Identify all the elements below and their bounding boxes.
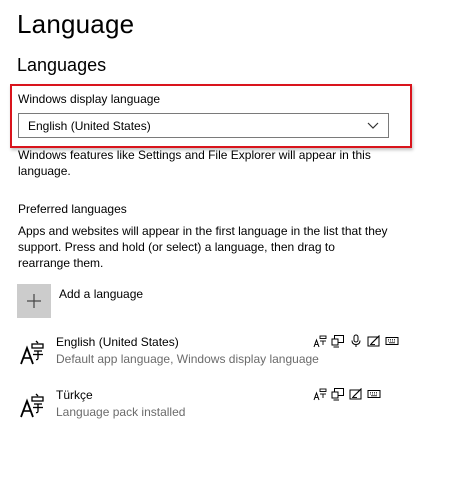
handwriting-icon (367, 335, 380, 347)
language-pack-icon (313, 335, 327, 348)
plus-icon (27, 294, 41, 308)
language-icon (20, 340, 44, 365)
handwriting-icon (349, 388, 362, 400)
feature-icons (313, 387, 381, 401)
display-language-dropdown[interactable]: English (United States) (18, 113, 389, 138)
language-name: English (United States) (56, 335, 179, 349)
display-language-label: Windows display language (18, 92, 161, 106)
speech-recognition-icon (351, 334, 361, 347)
display-language-description: Windows features like Settings and File … (18, 148, 371, 178)
add-language-tile (17, 284, 51, 318)
language-status: Language pack installed (56, 405, 186, 419)
preferred-languages-title: Preferred languages (18, 202, 127, 216)
feature-icons (313, 334, 399, 348)
language-name: Türkçe (56, 388, 93, 402)
language-icon (20, 393, 44, 418)
keyboard-icon (367, 390, 381, 398)
text-to-speech-icon (331, 335, 344, 348)
language-pack-icon (313, 388, 327, 401)
chevron-down-icon (367, 122, 379, 129)
keyboard-icon (385, 337, 399, 345)
language-item-english[interactable]: English (United States) Default app lang… (17, 334, 399, 370)
display-language-value: English (United States) (28, 119, 151, 133)
language-item-turkce[interactable]: Türkçe Language pack installed (17, 387, 397, 423)
add-language-button[interactable]: Add a language (17, 284, 217, 318)
preferred-languages-description: Apps and websites will appear in the fir… (18, 224, 388, 270)
section-title-languages: Languages (17, 55, 107, 75)
add-language-label: Add a language (59, 287, 144, 301)
text-to-speech-icon (331, 388, 344, 401)
page-title: Language (17, 9, 135, 39)
language-status: Default app language, Windows display la… (56, 352, 319, 366)
